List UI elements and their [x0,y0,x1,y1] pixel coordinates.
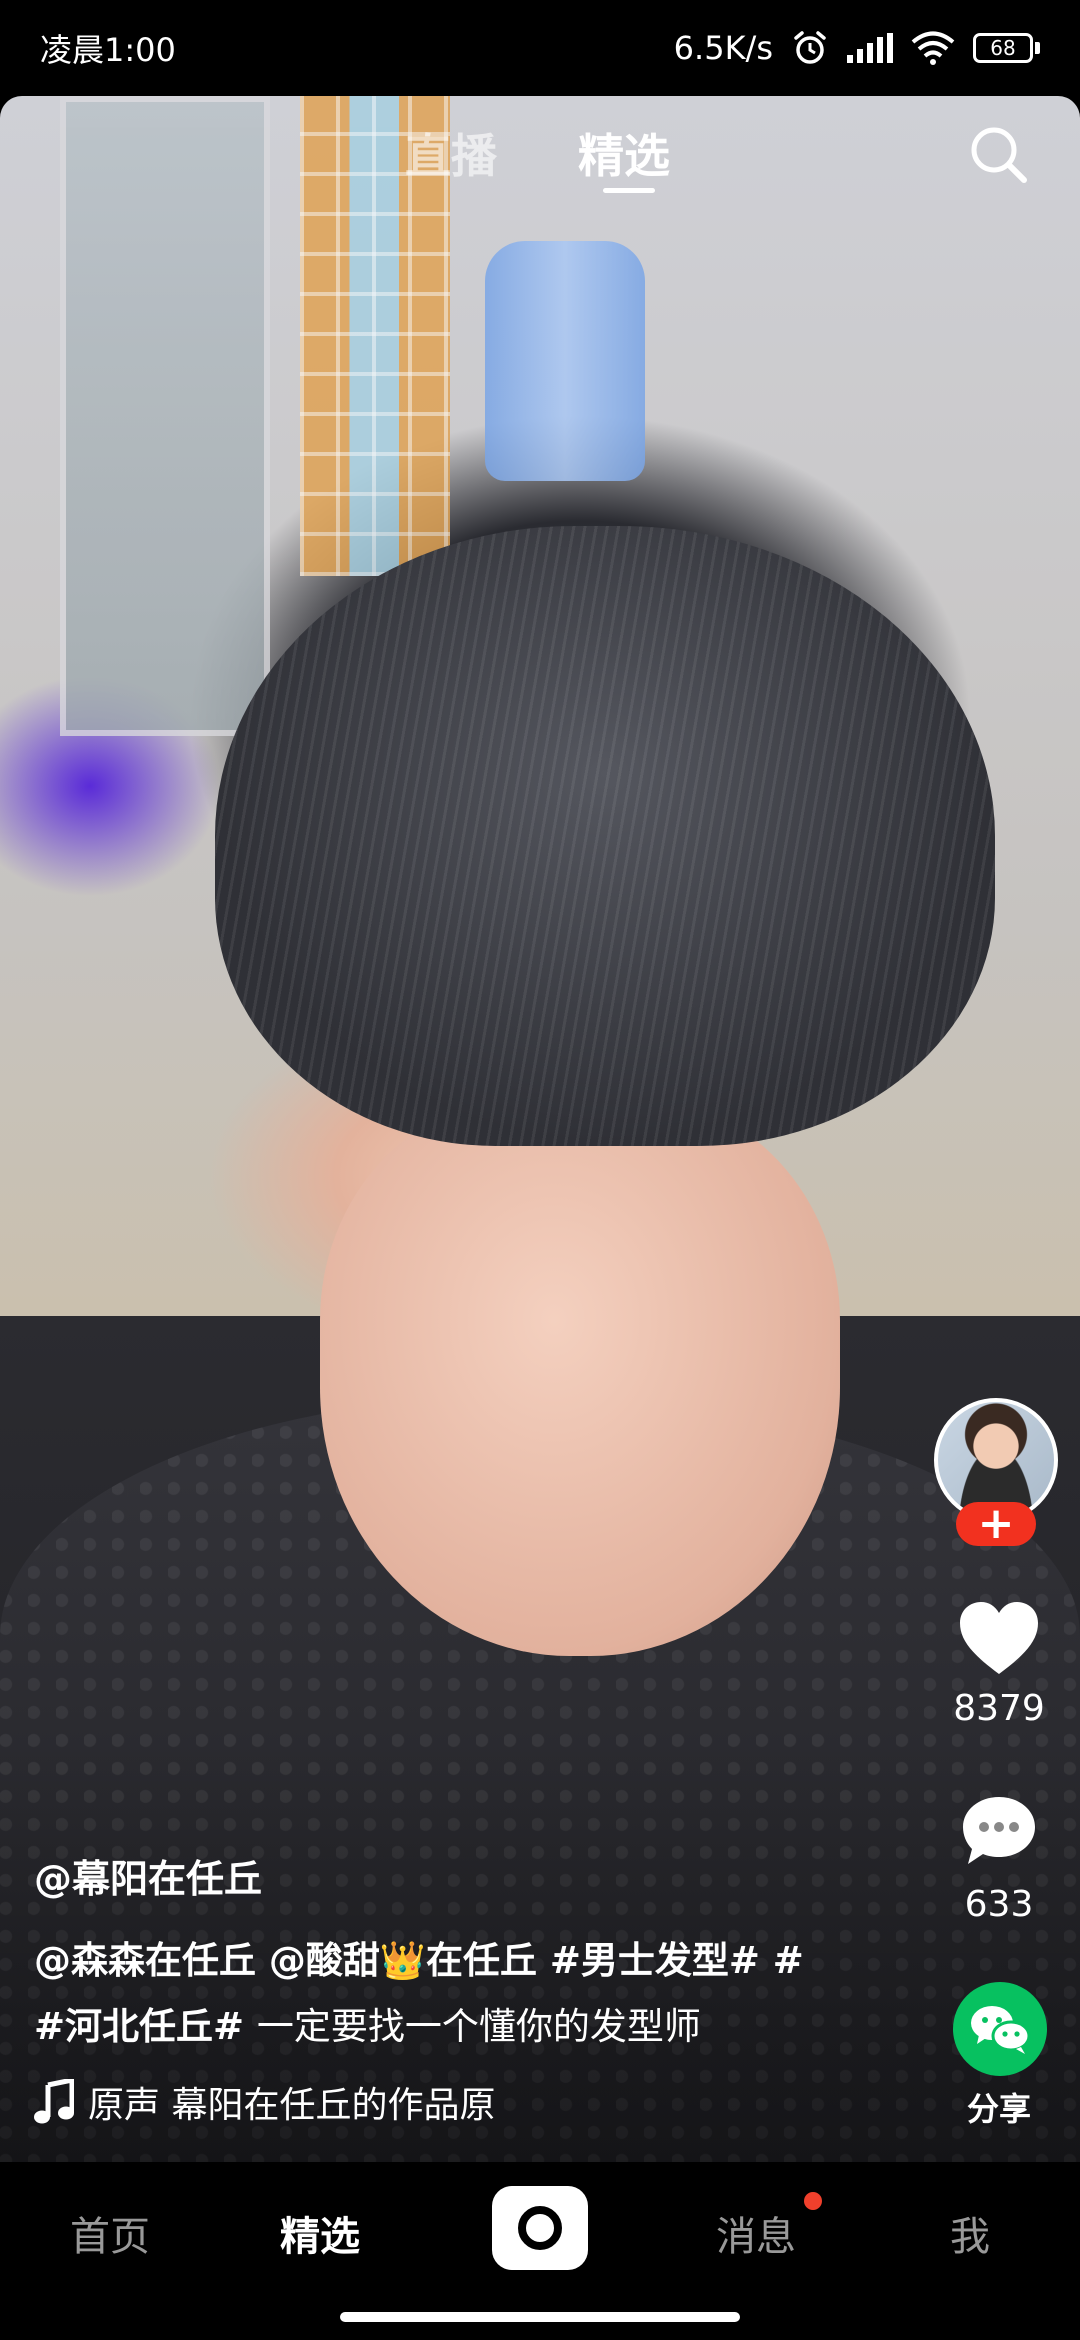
active-tab-indicator [603,188,655,193]
music-info[interactable]: 原声 幕阳在任丘的作品原 [34,2074,594,2130]
nav-me[interactable]: 我 [950,2204,990,2262]
comment-count: 633 [964,1884,1034,1925]
create-video-button[interactable] [492,2186,588,2270]
caption-mention[interactable]: @森森在任丘 [34,1939,256,1982]
music-text: 原声 幕阳在任丘的作品原 [88,2085,496,2126]
caption-mention[interactable]: @酸甜 [269,1939,380,1982]
nav-featured[interactable]: 精选 [280,2204,360,2262]
follow-button[interactable]: + [956,1502,1036,1546]
app-screen: 凌晨1:00 6.5K/s 68 直播 精选 + 8379 633 分享 @幕阳… [0,0,1080,2340]
tab-featured[interactable]: 精选 [578,120,670,186]
home-indicator[interactable] [340,2312,740,2322]
top-tabs: 直播 精选 [0,120,1080,200]
status-bar: 凌晨1:00 6.5K/s 68 [0,0,1080,96]
wechat-icon [971,2006,1031,2054]
battery-cap [1035,42,1040,54]
signal-icon [847,33,893,63]
video-subject-hair [215,526,995,1146]
alarm-icon [794,31,826,64]
video-subject-face [320,1096,840,1656]
share-button[interactable] [953,1982,1047,2076]
heart-icon[interactable] [958,1600,1040,1676]
nav-messages[interactable]: 消息 [716,2204,796,2262]
share-label: 分享 [966,2090,1031,2128]
bottom-nav: 首页 精选 消息 我 [0,2162,1080,2340]
video-caption: @森森在任丘 @酸甜👑在任丘 #男士发型# # #河北任丘# 一定要找一个懂你的… [34,1939,804,2048]
search-icon[interactable] [966,122,1030,186]
wifi-icon [911,31,955,65]
comment-icon[interactable] [960,1794,1038,1868]
video-background-water-bottle [485,241,645,481]
caption-hashtag[interactable]: #河北任丘# [34,2005,244,2048]
network-speed: 6.5K/s [673,29,773,67]
battery-level: 68 [973,33,1033,63]
status-time: 凌晨1:00 [40,31,176,69]
crown-emoji: 👑 [379,1939,426,1982]
caption-text: 一定要找一个懂你的发型师 [256,2005,701,2048]
tab-live[interactable]: 直播 [405,120,497,186]
caption-hashtag[interactable]: #男士发型# [550,1939,760,1982]
record-icon [518,2206,562,2250]
notification-dot [804,2192,822,2210]
video-author[interactable]: @幕阳在任丘 [34,1848,262,1903]
caption-mention-suffix[interactable]: 在任丘 [426,1939,537,1982]
nav-home[interactable]: 首页 [70,2204,150,2262]
like-count: 8379 [953,1688,1045,1729]
battery-icon: 68 [973,33,1040,63]
status-indicators: 6.5K/s 68 [674,29,1040,67]
music-note-icon [34,2079,74,2124]
